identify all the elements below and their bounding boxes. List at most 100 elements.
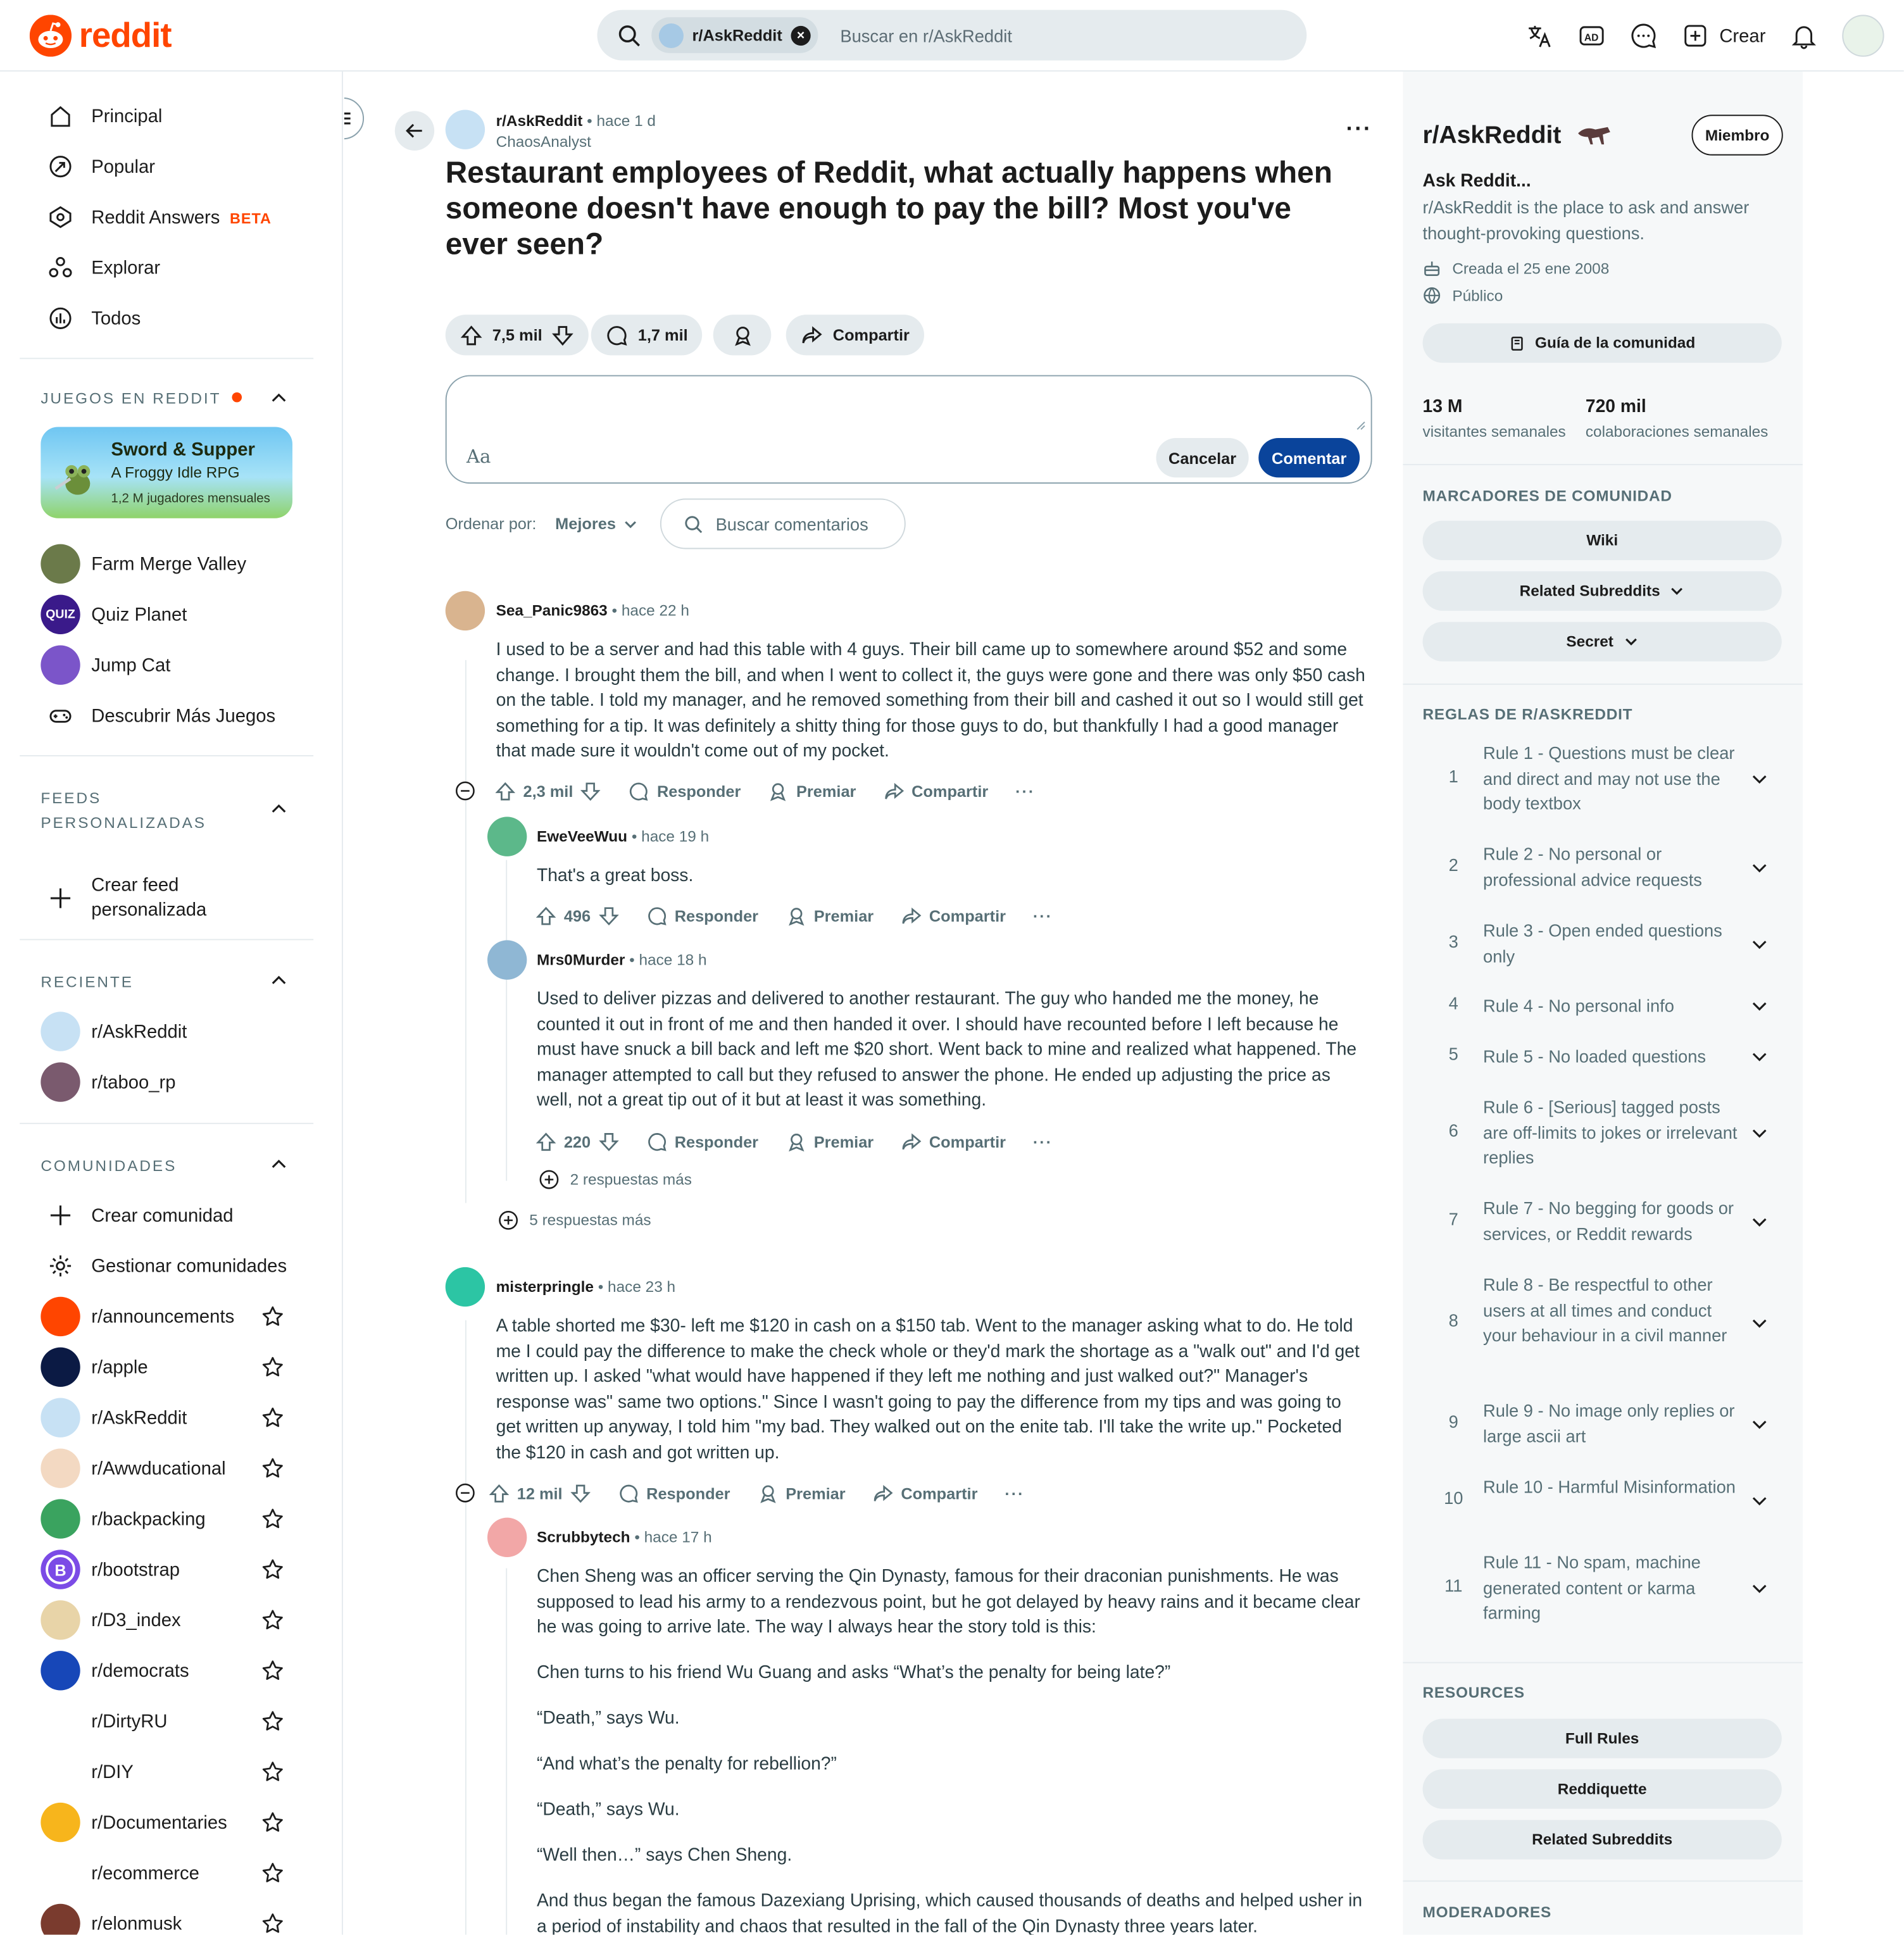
- award-button[interactable]: Premiar: [786, 905, 874, 926]
- favorite-star-icon[interactable]: [261, 1406, 284, 1429]
- reply-button[interactable]: Responder: [646, 905, 758, 926]
- bookmark-wiki[interactable]: Wiki: [1422, 520, 1782, 560]
- comment-avatar[interactable]: [487, 817, 527, 856]
- cancel-comment-button[interactable]: Cancelar: [1156, 438, 1249, 478]
- rule-item[interactable]: 10 Rule 10 - Harmful Misinformation: [1423, 1474, 1782, 1525]
- favorite-star-icon[interactable]: [261, 1862, 284, 1884]
- rule-item[interactable]: 11 Rule 11 - No spam, machine generated c…: [1423, 1550, 1782, 1625]
- rule-item[interactable]: 1 Rule 1 - Questions must be clear and di…: [1423, 741, 1782, 817]
- create-button[interactable]: Crear: [1682, 22, 1765, 49]
- downvote-icon[interactable]: [580, 780, 601, 801]
- resource-full-rules[interactable]: Full Rules: [1422, 1719, 1782, 1758]
- share-button[interactable]: Compartir: [883, 780, 988, 801]
- search-scope-chip[interactable]: r/AskReddit ×: [651, 17, 818, 53]
- rule-item[interactable]: 7 Rule 7 - No begging for goods or servic…: [1423, 1196, 1782, 1246]
- downvote-icon[interactable]: [552, 324, 574, 346]
- favorite-star-icon[interactable]: [261, 1710, 284, 1732]
- post-author[interactable]: ChaosAnalyst: [496, 134, 591, 151]
- upvote-icon[interactable]: [489, 1482, 510, 1503]
- global-search-bar[interactable]: r/AskReddit × Buscar en r/AskReddit: [597, 9, 1307, 61]
- collapse-thread-icon[interactable]: [455, 1483, 475, 1503]
- favorite-star-icon[interactable]: [261, 1660, 284, 1682]
- formatting-toggle[interactable]: Aa: [467, 446, 491, 468]
- comment-avatar[interactable]: [445, 591, 485, 631]
- reddit-logo[interactable]: reddit: [29, 15, 172, 57]
- downvote-icon[interactable]: [598, 1131, 619, 1152]
- comment-composer[interactable]: Aa Cancelar Comentar: [445, 375, 1372, 484]
- favorite-star-icon[interactable]: [261, 1812, 284, 1834]
- comment-overflow-icon[interactable]: ···: [1015, 782, 1035, 800]
- comment-author[interactable]: misterpringle: [496, 1278, 594, 1295]
- comment-overflow-icon[interactable]: ···: [1033, 906, 1053, 925]
- clear-scope-icon[interactable]: ×: [791, 25, 811, 46]
- collapse-communities-icon[interactable]: [269, 1155, 289, 1175]
- favorite-star-icon[interactable]: [261, 1305, 284, 1327]
- comment-author[interactable]: Scrubbytech: [537, 1529, 630, 1546]
- reply-button[interactable]: Responder: [629, 780, 741, 801]
- post-subreddit-link[interactable]: r/AskReddit: [496, 112, 583, 129]
- post-award-button[interactable]: [713, 315, 772, 356]
- search-comments-input[interactable]: Buscar comentarios: [660, 498, 906, 549]
- award-button[interactable]: Premiar: [757, 1482, 846, 1503]
- favorite-star-icon[interactable]: [261, 1912, 284, 1934]
- sort-dropdown[interactable]: Mejores: [555, 515, 638, 533]
- back-button[interactable]: [394, 111, 435, 151]
- comment-avatar[interactable]: [487, 940, 527, 980]
- upvote-icon[interactable]: [536, 905, 556, 926]
- rule-item[interactable]: 3 Rule 3 - Open ended questions only: [1423, 918, 1782, 968]
- comment-author[interactable]: Sea_Panic9863: [496, 602, 608, 619]
- post-overflow-menu-icon[interactable]: ···: [1346, 116, 1372, 142]
- post-comments-button[interactable]: 1,7 mil: [591, 315, 703, 356]
- share-button[interactable]: Compartir: [901, 905, 1006, 926]
- share-button[interactable]: Compartir: [873, 1482, 977, 1503]
- resize-handle-icon[interactable]: [1356, 421, 1366, 431]
- comment-avatar[interactable]: [487, 1517, 527, 1558]
- downvote-icon[interactable]: [598, 905, 619, 926]
- translate-icon[interactable]: [1527, 22, 1554, 49]
- rule-item[interactable]: 6 Rule 6 - [Serious] tagged posts are off…: [1423, 1094, 1782, 1170]
- award-button[interactable]: Premiar: [786, 1131, 874, 1152]
- collapse-feeds-icon[interactable]: [269, 799, 289, 819]
- more-replies-button[interactable]: 5 respuestas más: [499, 1210, 651, 1230]
- games-section-header[interactable]: JUEGOS EN REDDIT: [41, 386, 242, 411]
- rule-item[interactable]: 8 Rule 8 - Be respectful to other users a…: [1423, 1272, 1782, 1374]
- downvote-icon[interactable]: [570, 1482, 591, 1503]
- comment-author[interactable]: Mrs0Murder: [537, 951, 625, 968]
- award-button[interactable]: Premiar: [768, 780, 856, 801]
- more-replies-button[interactable]: 2 respuestas más: [539, 1170, 692, 1189]
- favorite-star-icon[interactable]: [261, 1508, 284, 1530]
- submit-comment-button[interactable]: Comentar: [1258, 438, 1360, 478]
- upvote-icon[interactable]: [536, 1131, 556, 1152]
- recent-section-header[interactable]: RECIENTE: [41, 970, 134, 994]
- resource-reddiquette[interactable]: Reddiquette: [1422, 1769, 1782, 1809]
- comment-overflow-icon[interactable]: ···: [1005, 1484, 1024, 1502]
- post-share-button[interactable]: Compartir: [786, 315, 925, 356]
- rule-item[interactable]: 4 Rule 4 - No personal info: [1423, 993, 1782, 1018]
- feeds-section-header[interactable]: FEEDS PERSONALIZADAS: [41, 786, 206, 836]
- upvote-icon[interactable]: [460, 324, 482, 346]
- favorite-star-icon[interactable]: [261, 1356, 284, 1378]
- featured-game-card[interactable]: Sword & Supper A Froggy Idle RPG 1,2 M j…: [41, 427, 292, 518]
- reply-button[interactable]: Responder: [646, 1131, 758, 1152]
- reply-button[interactable]: Responder: [618, 1482, 730, 1503]
- user-avatar[interactable]: [1842, 15, 1884, 57]
- rule-item[interactable]: 2 Rule 2 - No personal or professional ad…: [1423, 841, 1782, 892]
- favorite-star-icon[interactable]: [261, 1609, 284, 1631]
- comment-avatar[interactable]: [445, 1267, 485, 1307]
- favorite-star-icon[interactable]: [261, 1457, 284, 1479]
- resource-related-subreddits[interactable]: Related Subreddits: [1422, 1820, 1782, 1860]
- comment-author[interactable]: EweVeeWuu: [537, 828, 627, 845]
- share-button[interactable]: Compartir: [901, 1131, 1006, 1152]
- collapse-recent-icon[interactable]: [269, 971, 289, 991]
- rule-item[interactable]: 5 Rule 5 - No loaded questions: [1423, 1044, 1782, 1069]
- rule-item[interactable]: 9 Rule 9 - No image only replies or large…: [1423, 1398, 1782, 1449]
- bookmark-secret[interactable]: Secret: [1422, 622, 1782, 661]
- search-input[interactable]: Buscar en r/AskReddit: [840, 25, 1012, 45]
- bookmark-related-subreddits[interactable]: Related Subreddits: [1422, 571, 1782, 611]
- communities-section-header[interactable]: COMUNIDADES: [41, 1154, 177, 1179]
- favorite-star-icon[interactable]: [261, 1558, 284, 1581]
- collapse-thread-icon[interactable]: [455, 781, 475, 801]
- upvote-icon[interactable]: [495, 780, 516, 801]
- subreddit-avatar[interactable]: [445, 110, 485, 149]
- comment-overflow-icon[interactable]: ···: [1033, 1132, 1053, 1150]
